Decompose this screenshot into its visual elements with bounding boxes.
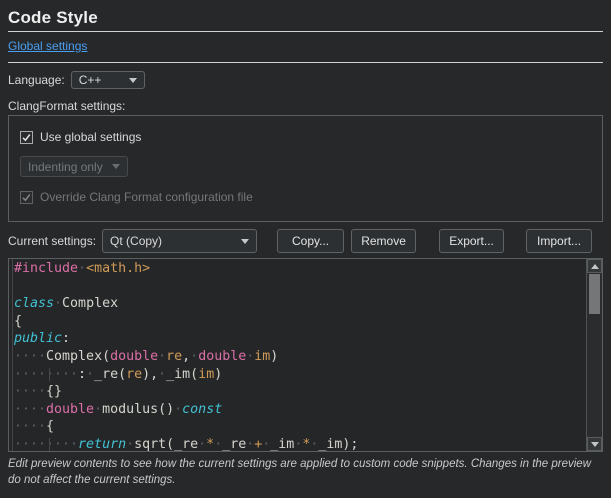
vertical-scrollbar[interactable] <box>586 259 602 451</box>
language-row: Language: C++ <box>8 71 603 89</box>
title-divider <box>8 31 603 32</box>
triangle-down-icon <box>591 442 599 447</box>
formatting-mode-dropdown-value: Indenting only <box>28 160 103 174</box>
current-settings-dropdown-value: Qt (Copy) <box>110 234 162 248</box>
use-global-settings-label: Use global settings <box>40 130 141 144</box>
scrollbar-thumb[interactable] <box>589 274 600 314</box>
scroll-up-button[interactable] <box>587 259 602 273</box>
code-line: ········:·_re(re),·_im(im) <box>14 366 586 384</box>
remove-button[interactable]: Remove <box>351 229 416 253</box>
chevron-down-icon <box>112 164 120 169</box>
link-divider <box>8 62 603 63</box>
indent-guide <box>49 368 50 382</box>
current-settings-dropdown[interactable]: Qt (Copy) <box>102 229 257 253</box>
editor-gutter-line <box>12 259 13 451</box>
checkbox-icon <box>20 131 33 144</box>
code-line: ····double·modulus()·const <box>14 401 586 419</box>
current-settings-row: Current settings: Qt (Copy) Copy... Remo… <box>8 229 603 253</box>
code-line: ····{ <box>14 418 586 436</box>
footer-note: Edit preview contents to see how the cur… <box>8 457 605 488</box>
code-preview-editor[interactable]: #include·<math.h>class·Complex{public:··… <box>8 258 603 452</box>
current-settings-label: Current settings: <box>8 234 96 248</box>
chevron-down-icon <box>241 239 249 244</box>
page-title: Code Style <box>8 0 603 29</box>
import-button[interactable]: Import... <box>526 229 592 253</box>
clangformat-section-label: ClangFormat settings: <box>8 99 603 114</box>
chevron-down-icon <box>129 78 137 83</box>
scroll-down-button[interactable] <box>587 437 602 451</box>
code-line: #include·<math.h> <box>14 260 586 278</box>
language-dropdown[interactable]: C++ <box>71 71 145 89</box>
checkbox-icon <box>20 191 33 204</box>
code-line: { <box>14 313 586 331</box>
code-line: ····{} <box>14 383 586 401</box>
override-clangformat-label: Override Clang Format configuration file <box>40 190 253 204</box>
language-dropdown-value: C++ <box>79 73 102 87</box>
triangle-up-icon <box>591 264 599 269</box>
indent-guide <box>49 438 50 451</box>
code-line: ········return·sqrt(_re·*·_re·+·_im·*·_i… <box>14 436 586 451</box>
code-line: ····Complex(double·re,·double·im) <box>14 348 586 366</box>
code-line <box>14 278 586 296</box>
formatting-mode-dropdown: Indenting only <box>20 156 128 177</box>
override-clangformat-checkbox: Override Clang Format configuration file <box>20 189 591 205</box>
global-settings-link[interactable]: Global settings <box>8 39 87 54</box>
use-global-settings-checkbox[interactable]: Use global settings <box>20 129 591 145</box>
code-line: class·Complex <box>14 295 586 313</box>
code-line: public: <box>14 330 586 348</box>
code-style-page: Code Style Global settings Language: C++… <box>0 0 611 488</box>
language-label: Language: <box>8 73 65 87</box>
clangformat-groupbox: Use global settings Indenting only Overr… <box>8 115 603 222</box>
code-area[interactable]: #include·<math.h>class·Complex{public:··… <box>14 260 586 451</box>
export-button[interactable]: Export... <box>439 229 504 253</box>
copy-button[interactable]: Copy... <box>277 229 344 253</box>
